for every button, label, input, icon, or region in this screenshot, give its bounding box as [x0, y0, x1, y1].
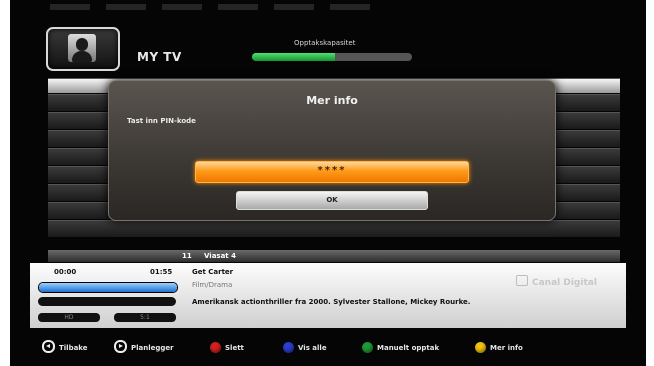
pin-input[interactable]: ****: [195, 161, 469, 183]
hd-badge: HD: [38, 313, 100, 322]
footer-more-info[interactable]: Mer info: [475, 340, 523, 356]
footer-planner[interactable]: Planlegger: [114, 340, 174, 356]
yellow-button-icon: [475, 342, 486, 353]
footer-delete[interactable]: Slett: [210, 340, 244, 356]
program-genre: Film/Drama: [192, 281, 233, 289]
channel-bar: 11 Viasat 4: [48, 250, 620, 262]
page-title: MY TV: [137, 50, 182, 64]
program-progress-fill: [39, 283, 177, 292]
pin-prompt: Tast inn PIN-kode: [127, 117, 196, 125]
footer-back[interactable]: Tilbake: [42, 340, 88, 356]
program-progress-bar: [38, 282, 178, 293]
pin-dialog: Mer info Tast inn PIN-kode **** OK: [108, 80, 556, 221]
back-ring-icon: [42, 340, 55, 353]
footer-button-bar: Tilbake Planlegger Slett Vis alle Manuel…: [30, 340, 630, 356]
footer-show-all[interactable]: Vis alle: [283, 340, 327, 356]
ok-button[interactable]: OK: [236, 191, 428, 210]
provider-name: Canal Digital: [532, 278, 597, 288]
epg-background-strip: [50, 4, 380, 10]
dialog-title: Mer info: [306, 94, 358, 107]
epg-row[interactable]: [48, 220, 620, 237]
channel-name: Viasat 4: [204, 252, 236, 260]
recording-capacity-bar: [252, 53, 412, 61]
channel-number: 11: [182, 252, 192, 260]
blue-button-icon: [283, 342, 294, 353]
user-avatar-icon: [68, 34, 96, 62]
audio-badge: 5:1: [114, 313, 176, 322]
program-title: Get Carter: [192, 268, 234, 276]
provider-logo: Canal Digital: [516, 275, 597, 288]
program-start-time: 00:00: [54, 268, 77, 276]
program-info-panel: 00:00 01:55 Get Carter Film/Drama Amerik…: [30, 263, 626, 328]
user-profile-button[interactable]: [46, 27, 120, 71]
forward-ring-icon: [114, 340, 127, 353]
recording-capacity-fill: [252, 53, 336, 61]
red-button-icon: [210, 342, 221, 353]
green-button-icon: [362, 342, 373, 353]
provider-logo-icon: [516, 275, 528, 286]
recording-capacity-label: Opptakskapasitet: [294, 39, 356, 47]
program-end-time: 01:55: [150, 268, 173, 276]
program-description: Amerikansk actionthriller fra 2000. Sylv…: [192, 298, 471, 306]
footer-manual-recording[interactable]: Manuelt opptak: [362, 340, 439, 356]
program-secondary-bar: [38, 297, 176, 306]
